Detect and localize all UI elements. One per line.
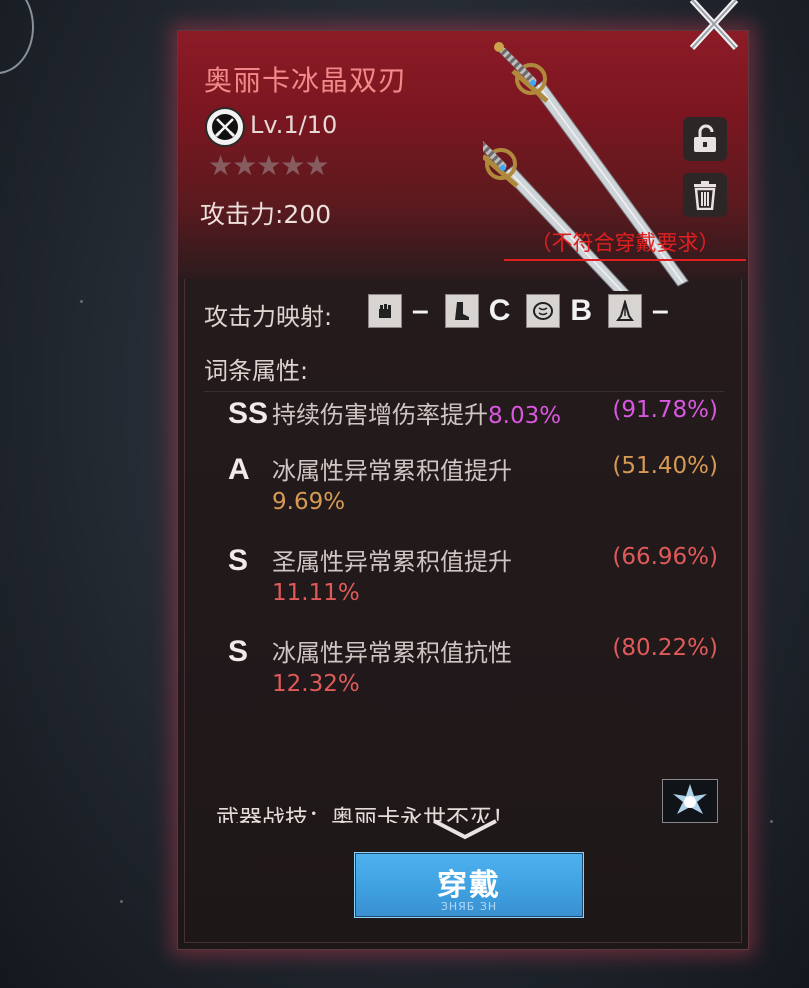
attribute-percent: (80.22%)	[612, 635, 718, 661]
attribute-rank: S	[228, 544, 249, 577]
background-sparkle	[770, 820, 773, 823]
background-sparkle	[120, 900, 123, 903]
attribute-percent: (66.96%)	[612, 544, 718, 570]
attribute-value: 11.11%	[272, 580, 360, 606]
attribute-rank: SS	[228, 397, 269, 430]
attribute-value: 12.32%	[272, 671, 360, 697]
attribute-row: S 冰属性异常累积值抗性 (80.22%) 12.32%	[228, 633, 728, 703]
background-sparkle	[80, 300, 83, 303]
attribute-rank: S	[228, 635, 249, 668]
attack-mapping-label: 攻击力映射:	[204, 303, 333, 331]
attributes-label: 词条属性:	[204, 357, 309, 385]
strength-grade: –	[412, 294, 429, 327]
item-detail-panel: 奥丽卡冰晶双刃 Lv.1/10 ★★★★★ 攻击力:200 （不符合穿戴要求） …	[177, 30, 749, 950]
attribute-value: 9.69%	[272, 489, 346, 515]
item-title: 奥丽卡冰晶双刃	[204, 64, 408, 97]
equip-button-sublabel: ЗНЯБ ЗН	[440, 900, 498, 913]
boot-icon	[444, 294, 479, 328]
background-ring	[0, 0, 34, 74]
lock-toggle-button[interactable]	[683, 117, 727, 161]
attack-power: 攻击力:200	[200, 200, 332, 229]
divider	[204, 391, 724, 392]
unlock-icon	[694, 124, 716, 152]
attribute-name: 冰属性异常累积值抗性	[272, 639, 512, 667]
delete-button[interactable]	[683, 173, 727, 217]
dexterity-grade: C	[488, 294, 511, 327]
item-level: Lv.1/10	[250, 111, 338, 139]
item-header: 奥丽卡冰晶双刃 Lv.1/10 ★★★★★ 攻击力:200 （不符合穿戴要求）	[178, 31, 748, 291]
fist-icon	[368, 294, 402, 328]
attribute-percent: (51.40%)	[612, 453, 718, 479]
attribute-name: 冰属性异常累积值提升	[272, 457, 512, 485]
attribute-percent: (91.78%)	[612, 397, 718, 423]
intelligence-grade: B	[570, 294, 593, 327]
attribute-rank: A	[228, 453, 250, 486]
praying-hands-icon	[608, 294, 643, 328]
equip-button[interactable]: 穿戴 ЗНЯБ ЗН	[354, 852, 584, 918]
attribute-row: S 圣属性异常累积值提升 (66.96%) 11.11%	[228, 542, 728, 612]
brain-icon	[526, 294, 561, 328]
crossed-swords-icon	[205, 107, 245, 147]
trash-icon	[694, 181, 716, 210]
scroll-down-chevron-icon[interactable]	[430, 817, 500, 843]
attack-mapping-row: – C B –	[368, 293, 685, 329]
faith-grade: –	[652, 294, 669, 327]
equip-button-label: 穿戴	[437, 868, 501, 903]
attribute-name: 持续伤害增伤率提升8.03%	[272, 401, 562, 429]
star-rating: ★★★★★	[208, 149, 330, 182]
attribute-value: 8.03%	[488, 403, 562, 429]
close-x-icon[interactable]	[678, 0, 748, 52]
attribute-name: 圣属性异常累积值提升	[272, 548, 512, 576]
attribute-row: A 冰属性异常累积值提升 (51.40%) 9.69%	[228, 451, 728, 521]
weapon-skill-icon[interactable]	[662, 779, 718, 823]
requirement-warning: （不符合穿戴要求）	[504, 227, 746, 261]
